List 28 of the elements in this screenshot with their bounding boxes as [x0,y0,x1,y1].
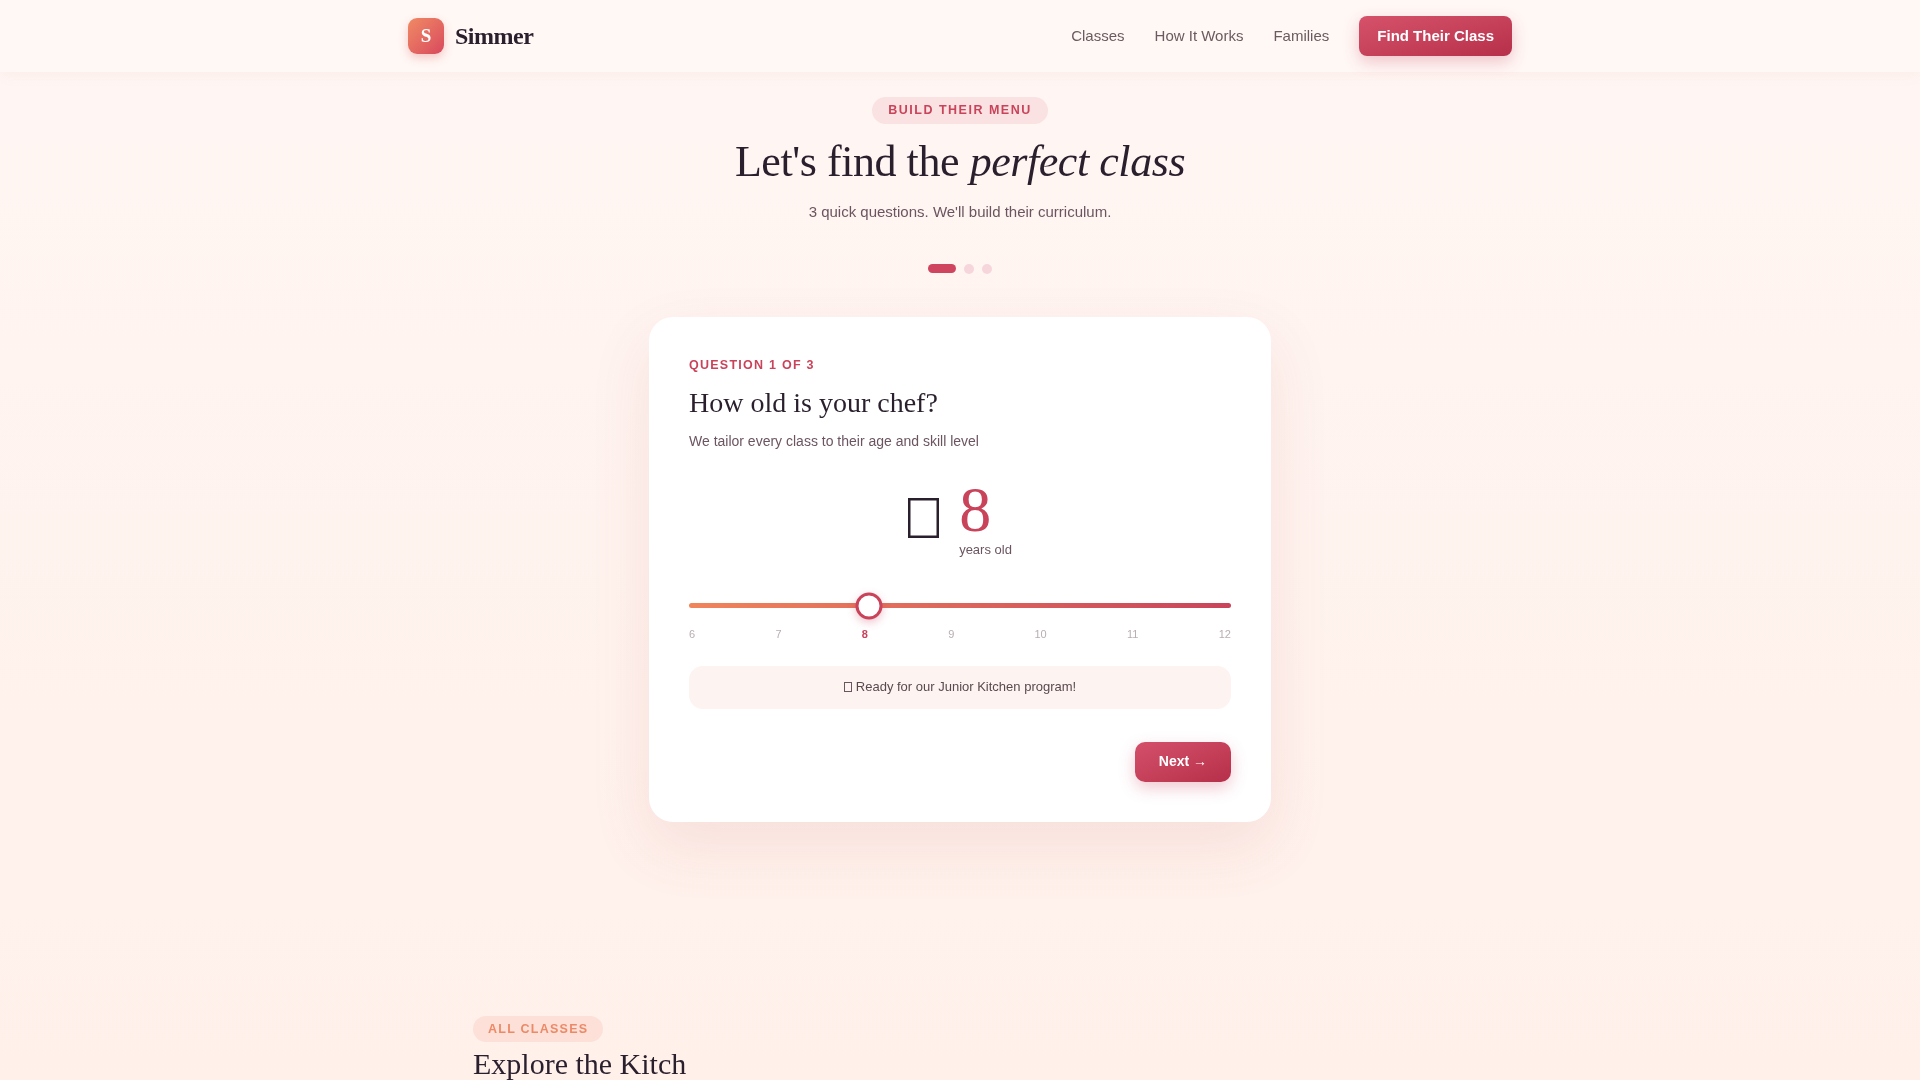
question-hint: We tailor every class to their age and skill level [689,431,980,451]
age-unit: years old [959,541,1012,558]
find-class-button[interactable]: Find Their Class [1359,16,1512,56]
tick-label: 6 [689,626,696,641]
square-outline-icon [843,682,852,693]
section-tag: ALL CLASSES [473,1015,604,1042]
question-title: How old is your chef? [689,385,939,420]
brand-name: Simmer [455,22,534,51]
tick-label: 8 [861,626,868,641]
page-title: Let's find the perfect class [734,136,1186,188]
tick-label: 12 [1218,626,1231,641]
question-counter: QUESTION 1 OF 3 [689,356,816,373]
nav-link[interactable]: Families [1273,24,1330,48]
info-message: Ready for our Junior Kitchen program! [855,678,1077,697]
tick-label: 9 [948,626,955,641]
tick-label: 11 [1127,626,1139,641]
slider-thumb[interactable] [856,592,883,620]
nav-link[interactable]: Classes [1071,24,1125,48]
tick-label: 10 [1034,626,1047,641]
logo-mark[interactable]: S [408,18,444,54]
square-outline-icon [908,497,940,538]
next-button[interactable]: Next → [1134,741,1231,782]
page-subtitle: 3 quick questions. We'll build their curriculum. [808,201,1112,222]
age-value: 8 [959,477,993,542]
tick-label: 7 [775,626,782,641]
section-title: Explore the Kitch [473,1045,687,1080]
nav-link[interactable]: How It Works [1154,24,1244,48]
eyebrow-tag: BUILD THEIR MENU [872,97,1048,124]
